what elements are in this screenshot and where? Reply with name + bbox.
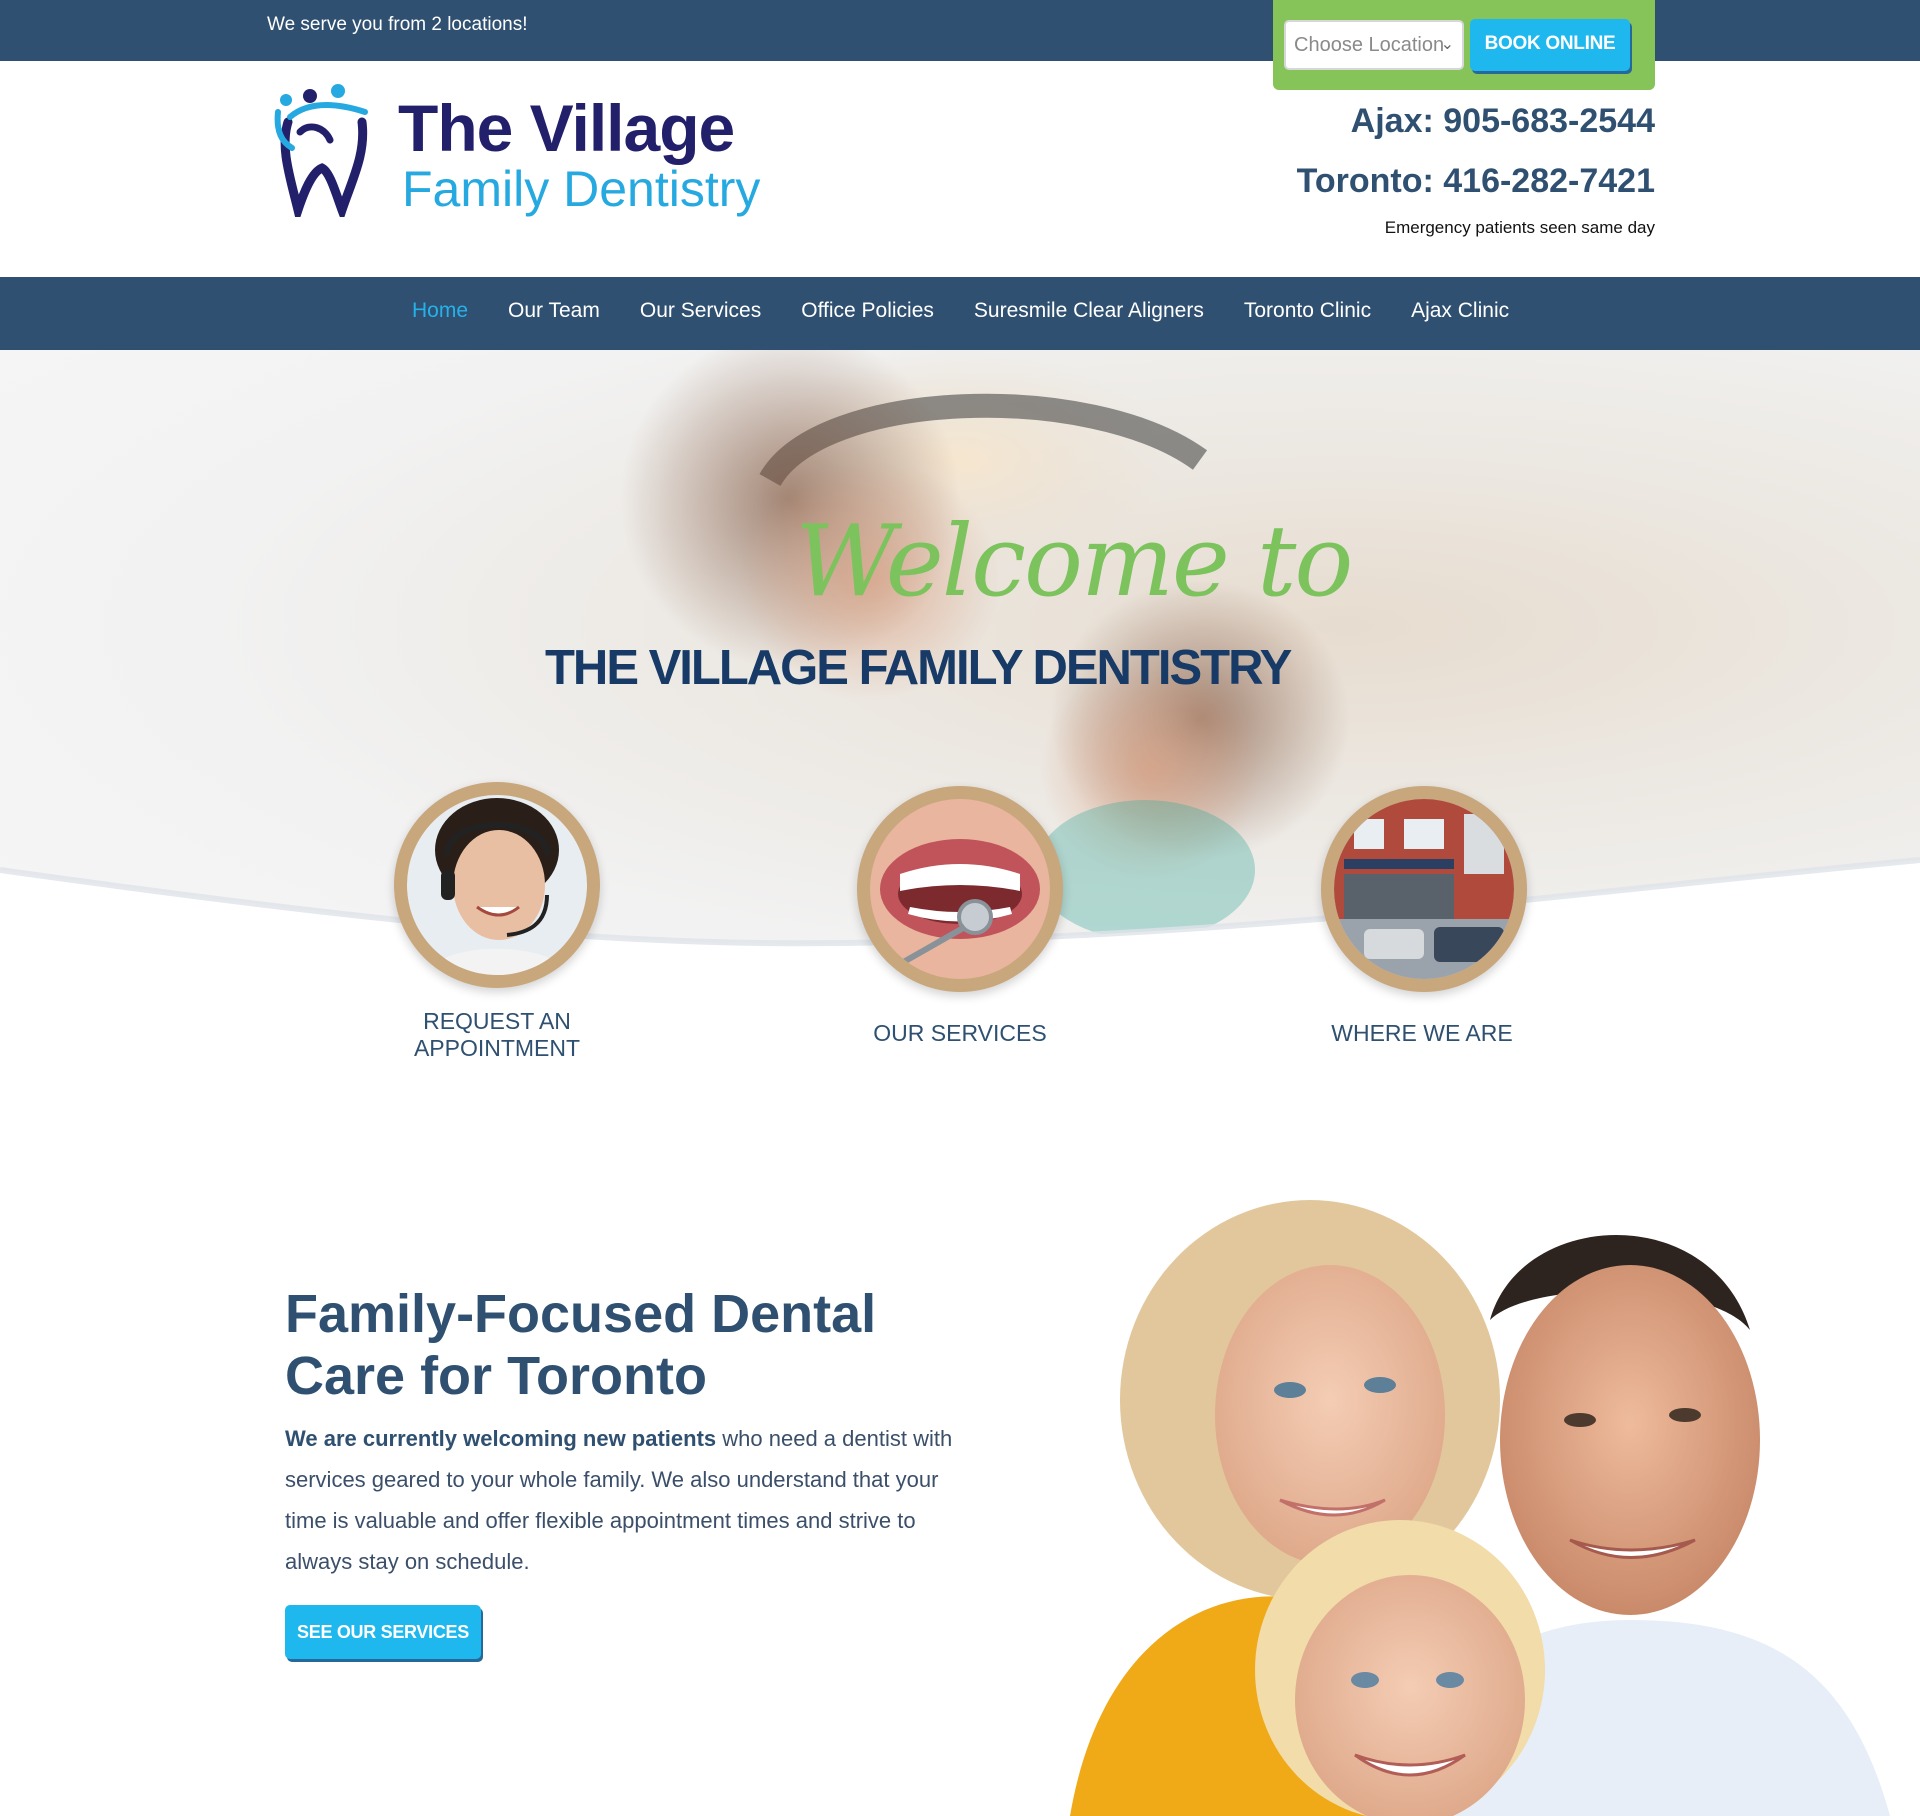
tooth-family-icon xyxy=(274,84,368,217)
intro-bold-lead: We are currently welcoming new patients xyxy=(285,1426,717,1451)
logo-subtitle: Family Dentistry xyxy=(402,161,761,217)
booking-panel: Choose Location ⌄ BOOK ONLINE xyxy=(1273,0,1655,90)
nav-toronto-clinic[interactable]: Toronto Clinic xyxy=(1244,299,1371,323)
appointment-feature-label[interactable]: REQUEST AN APPOINTMENT xyxy=(406,1008,588,1062)
location-feature-image[interactable] xyxy=(1321,786,1527,992)
logo-title: The Village xyxy=(398,91,735,165)
hero-brand: THE VILLAGE FAMILY DENTISTRY xyxy=(545,641,1292,695)
see-our-services-button[interactable]: SEE OUR SERVICES xyxy=(285,1605,481,1659)
clinic-building-photo xyxy=(1334,799,1514,979)
smile-photo xyxy=(870,799,1050,979)
intro-heading: Family-Focused Dental Care for Toronto xyxy=(285,1284,877,1406)
nav-our-team[interactable]: Our Team xyxy=(508,299,600,323)
site-logo[interactable]: The Village Family Dentistry xyxy=(270,82,790,217)
nav-office-policies[interactable]: Office Policies xyxy=(801,299,934,323)
nav-our-services[interactable]: Our Services xyxy=(640,299,761,323)
top-tagline: We serve you from 2 locations! xyxy=(267,14,528,35)
nav-home[interactable]: Home xyxy=(412,299,468,323)
book-online-button[interactable]: BOOK ONLINE xyxy=(1470,19,1630,71)
receptionist-photo xyxy=(407,795,587,975)
nav-suresmile[interactable]: Suresmile Clear Aligners xyxy=(974,299,1204,323)
phone-toronto[interactable]: Toronto: 416-282-7421 xyxy=(1297,162,1655,201)
main-nav: Home Our Team Our Services Office Polici… xyxy=(0,277,1920,350)
hero-welcome: Welcome to xyxy=(795,505,1353,619)
location-select[interactable]: Choose Location ⌄ xyxy=(1284,20,1464,70)
services-feature-image[interactable] xyxy=(857,786,1063,992)
services-feature-label[interactable]: OUR SERVICES xyxy=(860,1020,1060,1047)
location-select-value: Choose Location xyxy=(1294,34,1445,56)
phone-ajax[interactable]: Ajax: 905-683-2544 xyxy=(1351,102,1655,141)
chevron-down-icon: ⌄ xyxy=(1440,36,1454,53)
appointment-feature-image[interactable] xyxy=(394,782,600,988)
emergency-note: Emergency patients seen same day xyxy=(1384,218,1655,237)
family-photo xyxy=(1070,1200,1890,1816)
nav-ajax-clinic[interactable]: Ajax Clinic xyxy=(1411,299,1509,323)
location-feature-label[interactable]: WHERE WE ARE xyxy=(1322,1020,1522,1047)
intro-paragraph: We are currently welcoming new patients … xyxy=(285,1418,965,1582)
